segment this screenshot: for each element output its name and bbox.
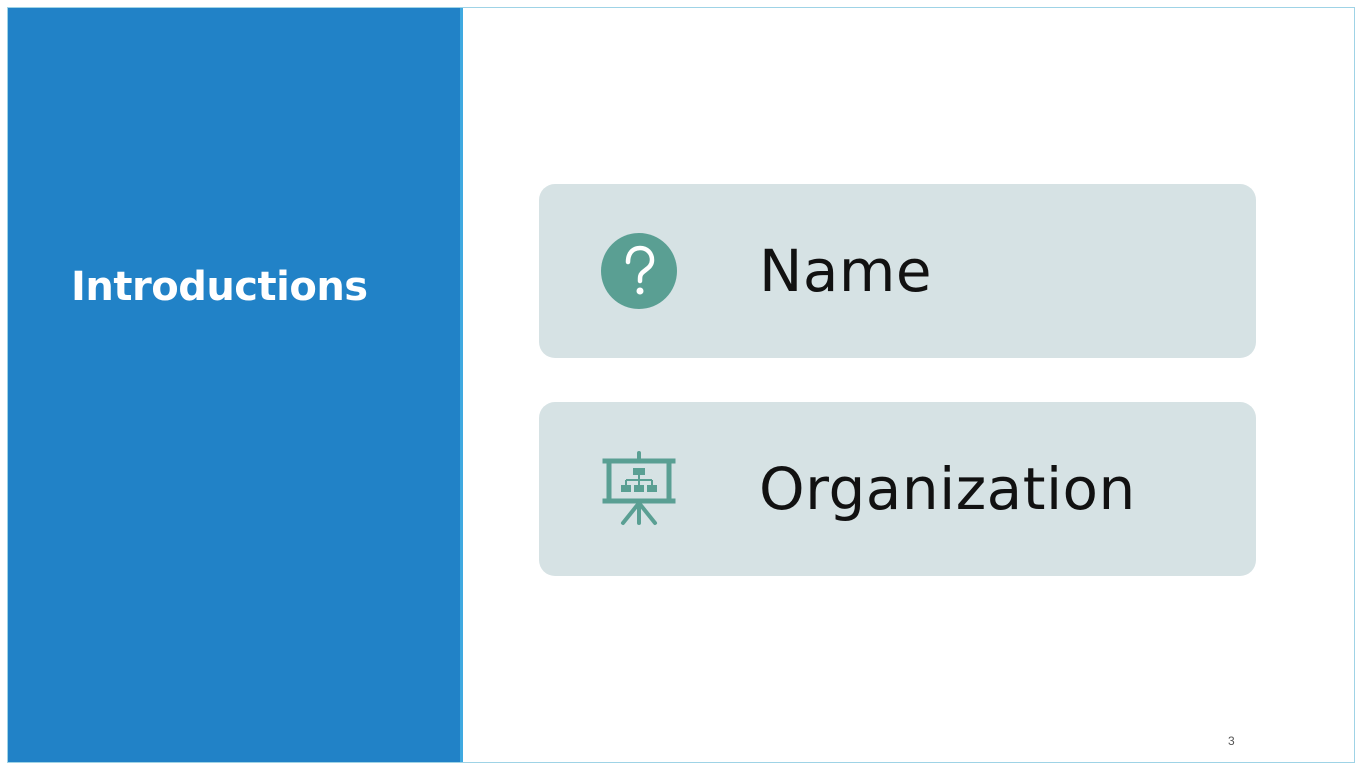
panel-accent-stripe [460, 8, 463, 762]
slide: Introductions Name Organization 3 [7, 7, 1355, 763]
organization-card: Organization [539, 402, 1256, 576]
title-panel: Introductions [8, 8, 460, 762]
organization-label: Organization [759, 455, 1136, 523]
page-number: 3 [1228, 734, 1235, 748]
presentation-org-chart-icon [602, 451, 676, 525]
name-card: Name [539, 184, 1256, 358]
name-label: Name [759, 237, 933, 305]
question-circle-icon [601, 233, 677, 309]
slide-title: Introductions [71, 264, 368, 310]
